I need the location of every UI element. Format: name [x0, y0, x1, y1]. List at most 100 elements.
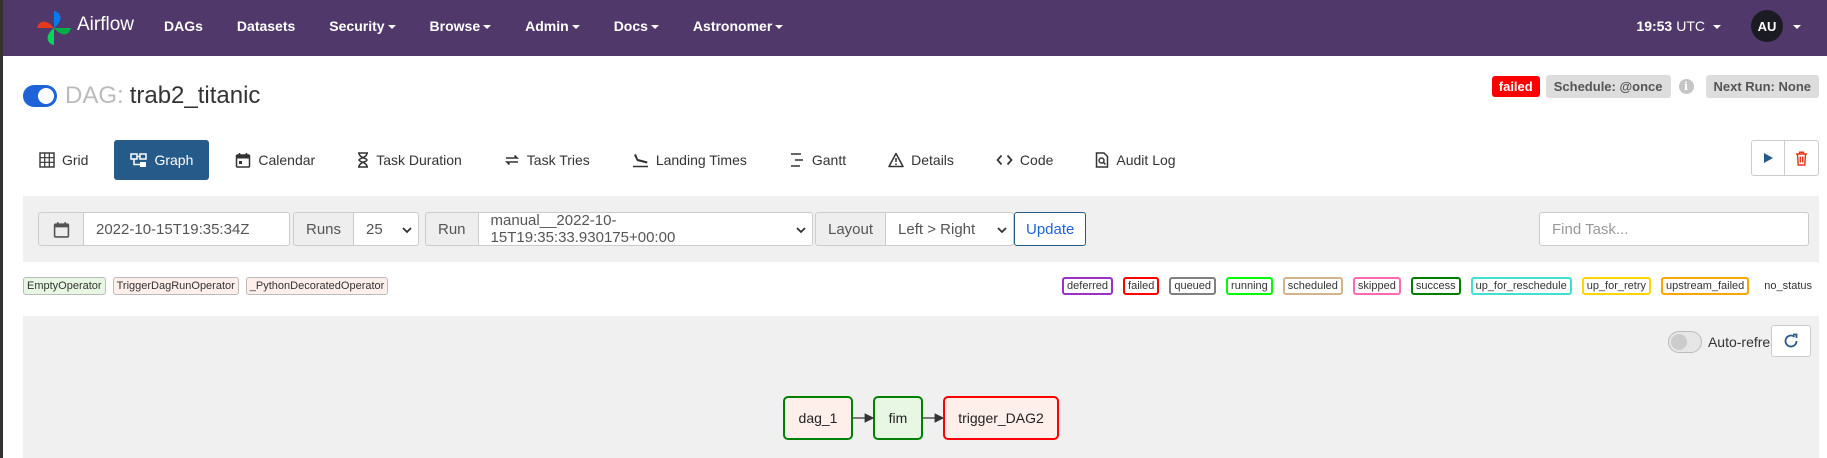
page-title: trab2_titanic [129, 82, 261, 109]
tab-audit-log[interactable]: Audit Log [1079, 140, 1191, 180]
warning-triangle-icon [888, 152, 904, 168]
legend-triggerdagrun-operator: TriggerDagRunOperator [112, 277, 239, 295]
plane-landing-icon [632, 154, 648, 168]
date-picker-button[interactable] [38, 212, 84, 246]
legend-state-up-for-retry[interactable]: up_for_retry [1581, 277, 1652, 295]
update-button[interactable]: Update [1014, 212, 1087, 246]
task-node-label: fim [888, 410, 908, 426]
tab-task-duration[interactable]: Task Duration [341, 140, 478, 180]
tab-label: Code [1019, 152, 1054, 168]
nav-admin-dropdown[interactable]: Admin [525, 18, 580, 34]
avatar: AU [1751, 10, 1783, 42]
layout-select[interactable]: Left > Right [886, 212, 1015, 246]
status-badge[interactable]: failed [1491, 76, 1540, 97]
nav-label: Astronomer [692, 18, 773, 34]
operator-legend: EmptyOperator TriggerDagRunOperator _Pyt… [23, 277, 395, 295]
chevron-down-icon [795, 227, 806, 234]
legend-state-upstream-failed[interactable]: upstream_failed [1661, 277, 1750, 295]
tab-label: Graph [154, 152, 194, 168]
caret-down-icon [387, 25, 396, 29]
tab-code[interactable]: Code [980, 140, 1069, 180]
chevron-down-icon [997, 227, 1007, 234]
caret-down-icon [775, 25, 784, 29]
state-legend: deferred failed queued running scheduled… [1052, 277, 1817, 295]
trigger-dag-button[interactable] [1751, 140, 1785, 176]
runs-label: Runs [293, 212, 355, 246]
delete-dag-button[interactable] [1785, 140, 1819, 176]
gantt-icon [790, 153, 803, 167]
run-select[interactable]: manual__2022-10-15T19:35:33.930175+00:00 [478, 212, 813, 246]
dag-actions [1751, 140, 1819, 176]
layout-group: Layout Left > Right [815, 212, 1015, 246]
find-task-input[interactable]: Find Task... [1539, 212, 1809, 246]
nav-dags[interactable]: DAGs [164, 18, 203, 34]
dag-pause-toggle[interactable] [23, 85, 57, 107]
nav-docs-dropdown[interactable]: Docs [614, 18, 659, 34]
graph-filter-bar: 2022-10-15T19:35:34Z Runs 25 Run manual_… [23, 196, 1819, 262]
tab-task-tries[interactable]: Task Tries [488, 140, 606, 180]
caret-down-icon [650, 25, 659, 29]
tab-gantt[interactable]: Gantt [773, 140, 862, 180]
info-icon[interactable]: i [1678, 79, 1694, 94]
runs-group: Runs 25 [293, 212, 420, 246]
runs-select[interactable]: 25 [354, 212, 420, 246]
legend-state-skipped[interactable]: skipped [1352, 277, 1401, 295]
dag-view-tabs: Grid Graph Calendar Task Duration Task T… [23, 140, 1202, 180]
task-node-dag-1[interactable]: dag_1 [783, 396, 853, 440]
nav-astronomer-dropdown[interactable]: Astronomer [692, 18, 784, 34]
nav-label: Docs [613, 18, 648, 34]
nav-right: 19:53 UTC AU [1636, 0, 1827, 56]
dag-label: DAG: [65, 82, 124, 109]
grid-icon [39, 152, 55, 168]
nav-label: Admin [525, 18, 569, 34]
code-icon [996, 154, 1013, 166]
trash-icon [1796, 151, 1807, 166]
play-icon [1764, 153, 1773, 163]
legend-state-running[interactable]: running [1226, 277, 1273, 295]
tab-landing-times[interactable]: Landing Times [616, 140, 763, 180]
nav-security-dropdown[interactable]: Security [329, 18, 396, 34]
tab-graph[interactable]: Graph [114, 140, 210, 180]
tab-calendar[interactable]: Calendar [219, 140, 331, 180]
task-node-label: trigger_DAG2 [958, 410, 1044, 426]
brand-name: Airflow [77, 14, 135, 35]
clock-timezone: UTC [1676, 18, 1705, 34]
dag-title-row: DAG: trab2_titanic [23, 82, 260, 110]
nav-label: Browse [429, 18, 481, 34]
legend-state-success[interactable]: success [1410, 277, 1461, 295]
nav-label: DAGs [164, 18, 203, 34]
retry-icon [504, 154, 519, 166]
graph-icon [130, 153, 148, 167]
dag-graph-canvas[interactable]: Auto-refresh dag_1 fim trigger_DAG2 [23, 316, 1819, 458]
nav-browse-dropdown[interactable]: Browse [430, 18, 492, 34]
legend-state-failed[interactable]: failed [1123, 277, 1160, 295]
airflow-brand[interactable]: Airflow [35, 0, 134, 56]
run-label: Run [425, 212, 479, 246]
legend-state-no-status[interactable]: no_status [1759, 277, 1817, 295]
task-node-trigger-dag2[interactable]: trigger_DAG2 [943, 396, 1059, 440]
legend-state-up-for-reschedule[interactable]: up_for_reschedule [1470, 277, 1572, 295]
next-run-badge: Next Run: None [1705, 75, 1819, 98]
caret-down-icon [483, 25, 492, 29]
tab-label: Grid [62, 152, 89, 168]
tab-details[interactable]: Details [872, 140, 970, 180]
nav-datasets[interactable]: Datasets [237, 18, 295, 34]
legend-empty-operator: EmptyOperator [23, 277, 106, 295]
legend-state-deferred[interactable]: deferred [1062, 277, 1114, 295]
tab-grid[interactable]: Grid [23, 140, 104, 180]
task-node-fim[interactable]: fim [873, 396, 923, 440]
user-menu[interactable]: AU [1751, 10, 1801, 42]
caret-down-icon [1793, 25, 1801, 29]
tab-label: Audit Log [1116, 152, 1176, 168]
caret-down-icon [1713, 25, 1721, 29]
tab-label: Task Tries [526, 152, 590, 168]
clock-time: 19:53 [1636, 18, 1673, 34]
runs-value: 25 [366, 220, 383, 238]
nav-label: Security [329, 18, 385, 34]
clock-dropdown[interactable]: 19:53 UTC [1636, 18, 1721, 34]
hourglass-icon [358, 152, 369, 168]
audit-log-icon [1096, 152, 1109, 168]
base-date-input[interactable]: 2022-10-15T19:35:34Z [84, 212, 290, 246]
legend-state-scheduled[interactable]: scheduled [1282, 277, 1343, 295]
legend-state-queued[interactable]: queued [1169, 277, 1217, 295]
